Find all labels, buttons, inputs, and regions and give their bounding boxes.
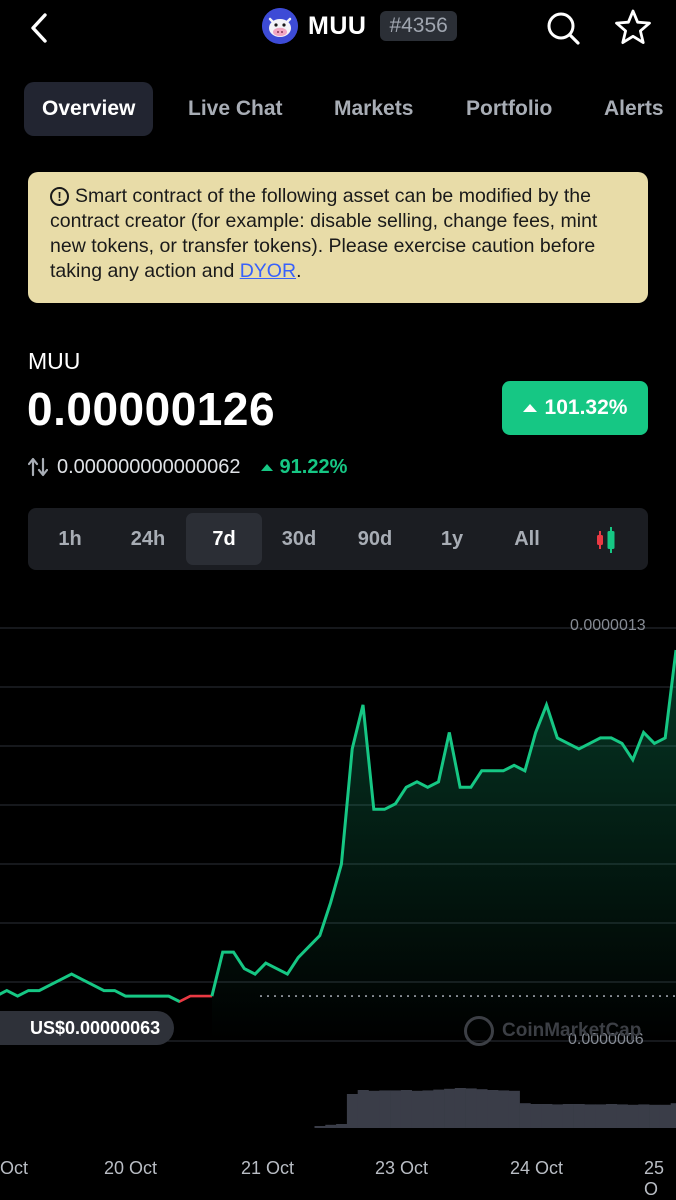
rank-badge: #4356 — [380, 11, 457, 41]
swap-arrows-icon[interactable] — [28, 456, 48, 478]
watermark-text: CoinMarketCap — [502, 1020, 642, 1041]
volume-bar — [400, 1090, 412, 1128]
candlestick-toggle[interactable] — [578, 513, 634, 565]
y-axis-top-label: 0.0000013 — [570, 617, 646, 634]
secondary-change-pct: 91.22% — [279, 455, 348, 478]
coin-title: MUU #4356 — [262, 8, 457, 44]
volume-bar — [498, 1090, 510, 1128]
x-axis-date-label: 24 Oct — [510, 1158, 564, 1178]
range-all[interactable]: All — [492, 513, 562, 565]
price-chart[interactable] — [0, 600, 676, 1200]
volume-bar — [595, 1104, 607, 1128]
volume-bar — [390, 1090, 402, 1128]
volume-bar — [476, 1089, 488, 1128]
volume-bar — [670, 1103, 676, 1128]
volume-bar — [444, 1088, 456, 1128]
volume-bar — [465, 1088, 477, 1128]
secondary-change: 91.22% — [260, 455, 348, 479]
range-1h[interactable]: 1h — [38, 513, 102, 565]
volume-bar — [379, 1090, 391, 1128]
back-button[interactable] — [22, 10, 58, 46]
volume-bar — [573, 1104, 585, 1128]
x-axis-date-label: 23 Oct — [375, 1158, 429, 1178]
top-bar: MUU #4356 — [0, 0, 676, 56]
volume-bar — [422, 1090, 434, 1128]
volume-bar — [638, 1104, 650, 1128]
volume-bar — [508, 1090, 520, 1128]
range-90d[interactable]: 90d — [340, 513, 410, 565]
volume-bar — [616, 1104, 628, 1128]
asset-symbol: MUU — [28, 348, 81, 374]
coinmarketcap-watermark: CoinMarketCap — [464, 1016, 641, 1046]
volume-bar — [562, 1104, 574, 1128]
price-change-pct: 101.32% — [544, 396, 628, 419]
volume-bar — [411, 1090, 423, 1128]
tab-markets[interactable]: Markets — [334, 82, 413, 136]
volume-bar — [357, 1090, 369, 1128]
reference-price-pill: US$0.00000063 — [0, 1011, 175, 1045]
range-7d[interactable]: 7d — [186, 513, 262, 565]
cmc-logo-icon — [464, 1016, 494, 1046]
warning-end: . — [296, 260, 302, 282]
search-button[interactable] — [543, 8, 583, 48]
volume-bar — [606, 1104, 618, 1128]
star-icon — [615, 9, 651, 44]
x-axis-date-label: 25 O — [644, 1158, 665, 1199]
volume-bar — [346, 1094, 358, 1128]
alert-circle-icon: ! — [50, 187, 69, 206]
x-axis-date-label: Oct — [0, 1158, 29, 1178]
volume-bar — [325, 1124, 337, 1128]
watchlist-star-button[interactable] — [612, 7, 654, 49]
volume-bar — [314, 1126, 326, 1128]
candlestick-icon — [597, 526, 615, 553]
volume-bar — [368, 1090, 380, 1128]
range-24h[interactable]: 24h — [112, 513, 184, 565]
price-area-fill — [211, 650, 676, 1040]
x-axis-date-label: 20 Oct — [104, 1158, 158, 1178]
secondary-price-row: 0.000000000000062 91.22% — [28, 454, 347, 480]
caret-up-icon — [260, 463, 273, 471]
price-change-badge: 101.32% — [502, 381, 648, 435]
caret-up-icon — [522, 404, 537, 412]
volume-bar — [433, 1089, 445, 1128]
time-range-selector: 1h 24h 7d 30d 90d 1y All — [28, 508, 648, 570]
volume-bar — [454, 1088, 466, 1128]
volume-bar — [541, 1104, 553, 1128]
volume-bar — [530, 1104, 542, 1128]
dyor-link[interactable]: DYOR — [240, 260, 296, 282]
volume-bar — [627, 1104, 639, 1128]
tab-live-chat[interactable]: Live Chat — [188, 82, 283, 136]
volume-bar — [519, 1103, 531, 1128]
range-30d[interactable]: 30d — [264, 513, 334, 565]
volume-bar — [487, 1090, 499, 1128]
tab-alerts[interactable]: Alerts — [604, 82, 664, 136]
search-icon — [547, 12, 580, 45]
contract-warning-banner: ! Smart contract of the following asset c… — [28, 172, 648, 303]
volume-bar — [659, 1104, 671, 1128]
volume-bar — [584, 1104, 596, 1128]
volume-bar — [336, 1124, 348, 1128]
current-price: 0.00000126 — [27, 383, 276, 435]
secondary-price: 0.000000000000062 — [57, 455, 241, 478]
coin-name: MUU — [308, 11, 367, 40]
warning-text: Smart contract of the following asset ca… — [50, 185, 598, 282]
range-1y[interactable]: 1y — [418, 513, 486, 565]
tab-overview[interactable]: Overview — [24, 82, 154, 136]
back-arrow-icon — [31, 13, 47, 43]
coin-logo-icon — [262, 8, 298, 44]
tab-portfolio[interactable]: Portfolio — [466, 82, 552, 136]
volume-bar — [649, 1104, 661, 1128]
volume-bar — [552, 1104, 564, 1128]
section-tabs: Overview Live Chat Markets Portfolio Ale… — [0, 82, 676, 138]
x-axis-date-label: 21 Oct — [241, 1158, 295, 1178]
